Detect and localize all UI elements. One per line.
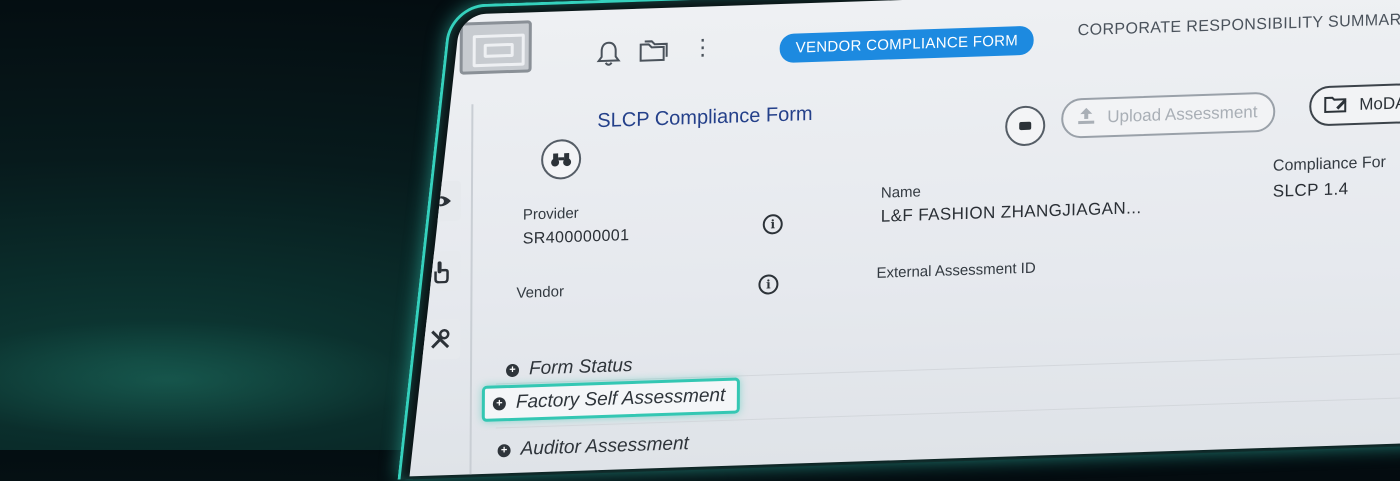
moda-button[interactable]: MoDA bbox=[1309, 82, 1400, 127]
section-factory-self-assessment[interactable]: + Factory Self Assessment bbox=[481, 377, 741, 422]
provider-info-icon[interactable]: i bbox=[762, 213, 783, 235]
more-vertical-icon[interactable]: ⋮ bbox=[692, 34, 714, 61]
compliance-for-label: Compliance For bbox=[1272, 153, 1386, 175]
folder-edit-icon bbox=[1323, 93, 1349, 119]
upload-assessment-button[interactable]: Upload Assessment bbox=[1061, 91, 1276, 139]
binoculars-icon[interactable] bbox=[541, 138, 582, 180]
section-label: Form Status bbox=[528, 354, 633, 380]
vendor-info-icon[interactable]: i bbox=[758, 274, 779, 295]
section-auditor-assessment[interactable]: + Auditor Assessment bbox=[497, 433, 689, 461]
external-assessment-id-label: External Assessment ID bbox=[876, 259, 1036, 282]
app-window: ⋮ VENDOR COMPLIANCE FORM CORPORATE RESPO… bbox=[358, 0, 1400, 480]
app-panel: ⋮ VENDOR COMPLIANCE FORM CORPORATE RESPO… bbox=[409, 0, 1400, 477]
bell-icon[interactable] bbox=[596, 39, 622, 74]
name-label: Name bbox=[880, 183, 921, 202]
compliance-for-value: SLCP 1.4 bbox=[1272, 179, 1349, 201]
name-value: L&F FASHION ZHANGJIAGAN... bbox=[880, 198, 1142, 226]
provider-label: Provider bbox=[522, 204, 579, 224]
section-form-status[interactable]: + Form Status bbox=[506, 355, 633, 381]
section-label: Auditor Assessment bbox=[520, 433, 689, 460]
expand-plus-icon: + bbox=[497, 443, 511, 457]
app-logo[interactable] bbox=[459, 20, 532, 75]
minimize-button[interactable] bbox=[1005, 105, 1046, 147]
tab-vendor-compliance-form[interactable]: VENDOR COMPLIANCE FORM bbox=[779, 25, 1035, 64]
upload-icon bbox=[1075, 105, 1097, 131]
tab-corporate-responsibility-summary[interactable]: CORPORATE RESPONSIBILITY SUMMARY bbox=[1078, 11, 1400, 40]
vendor-label: Vendor bbox=[516, 283, 565, 302]
section-label: Factory Self Assessment bbox=[515, 384, 726, 413]
expand-plus-icon: + bbox=[492, 396, 506, 411]
provider-value: SR400000001 bbox=[522, 227, 630, 248]
upload-assessment-label: Upload Assessment bbox=[1107, 102, 1258, 127]
tools-icon[interactable] bbox=[420, 318, 461, 361]
folder-icon[interactable] bbox=[638, 38, 670, 71]
form-title: SLCP Compliance Form bbox=[597, 102, 813, 133]
expand-plus-icon: + bbox=[506, 363, 520, 377]
moda-label: MoDA bbox=[1359, 93, 1400, 114]
